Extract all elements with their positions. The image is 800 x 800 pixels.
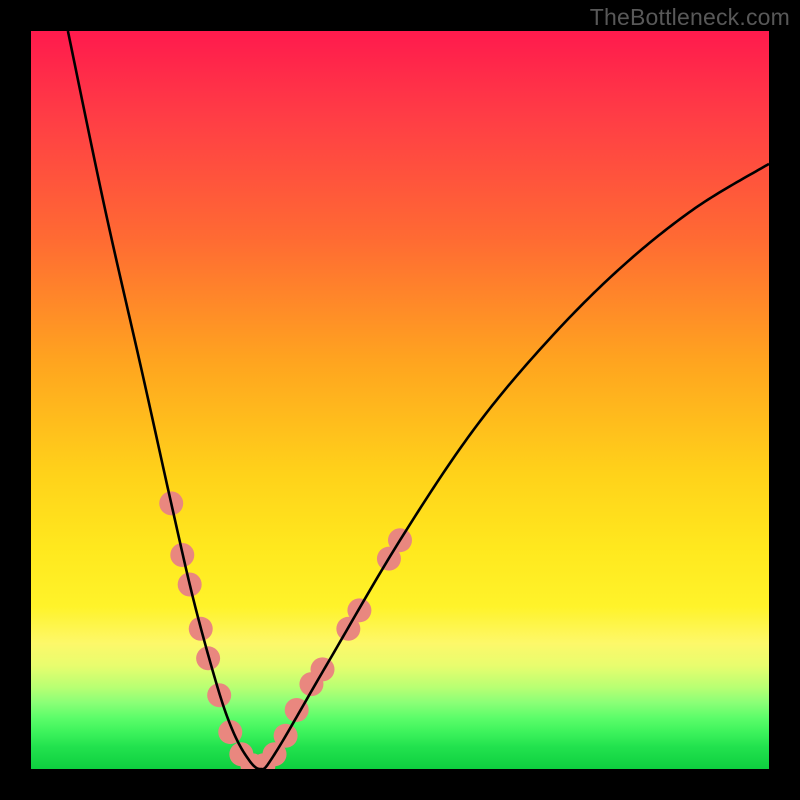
bottleneck-curve	[68, 31, 769, 769]
watermark-text: TheBottleneck.com	[590, 4, 790, 31]
chart-frame: TheBottleneck.com	[0, 0, 800, 800]
chart-svg	[31, 31, 769, 769]
plot-area	[31, 31, 769, 769]
data-marker	[311, 657, 335, 681]
marker-group	[159, 491, 412, 769]
